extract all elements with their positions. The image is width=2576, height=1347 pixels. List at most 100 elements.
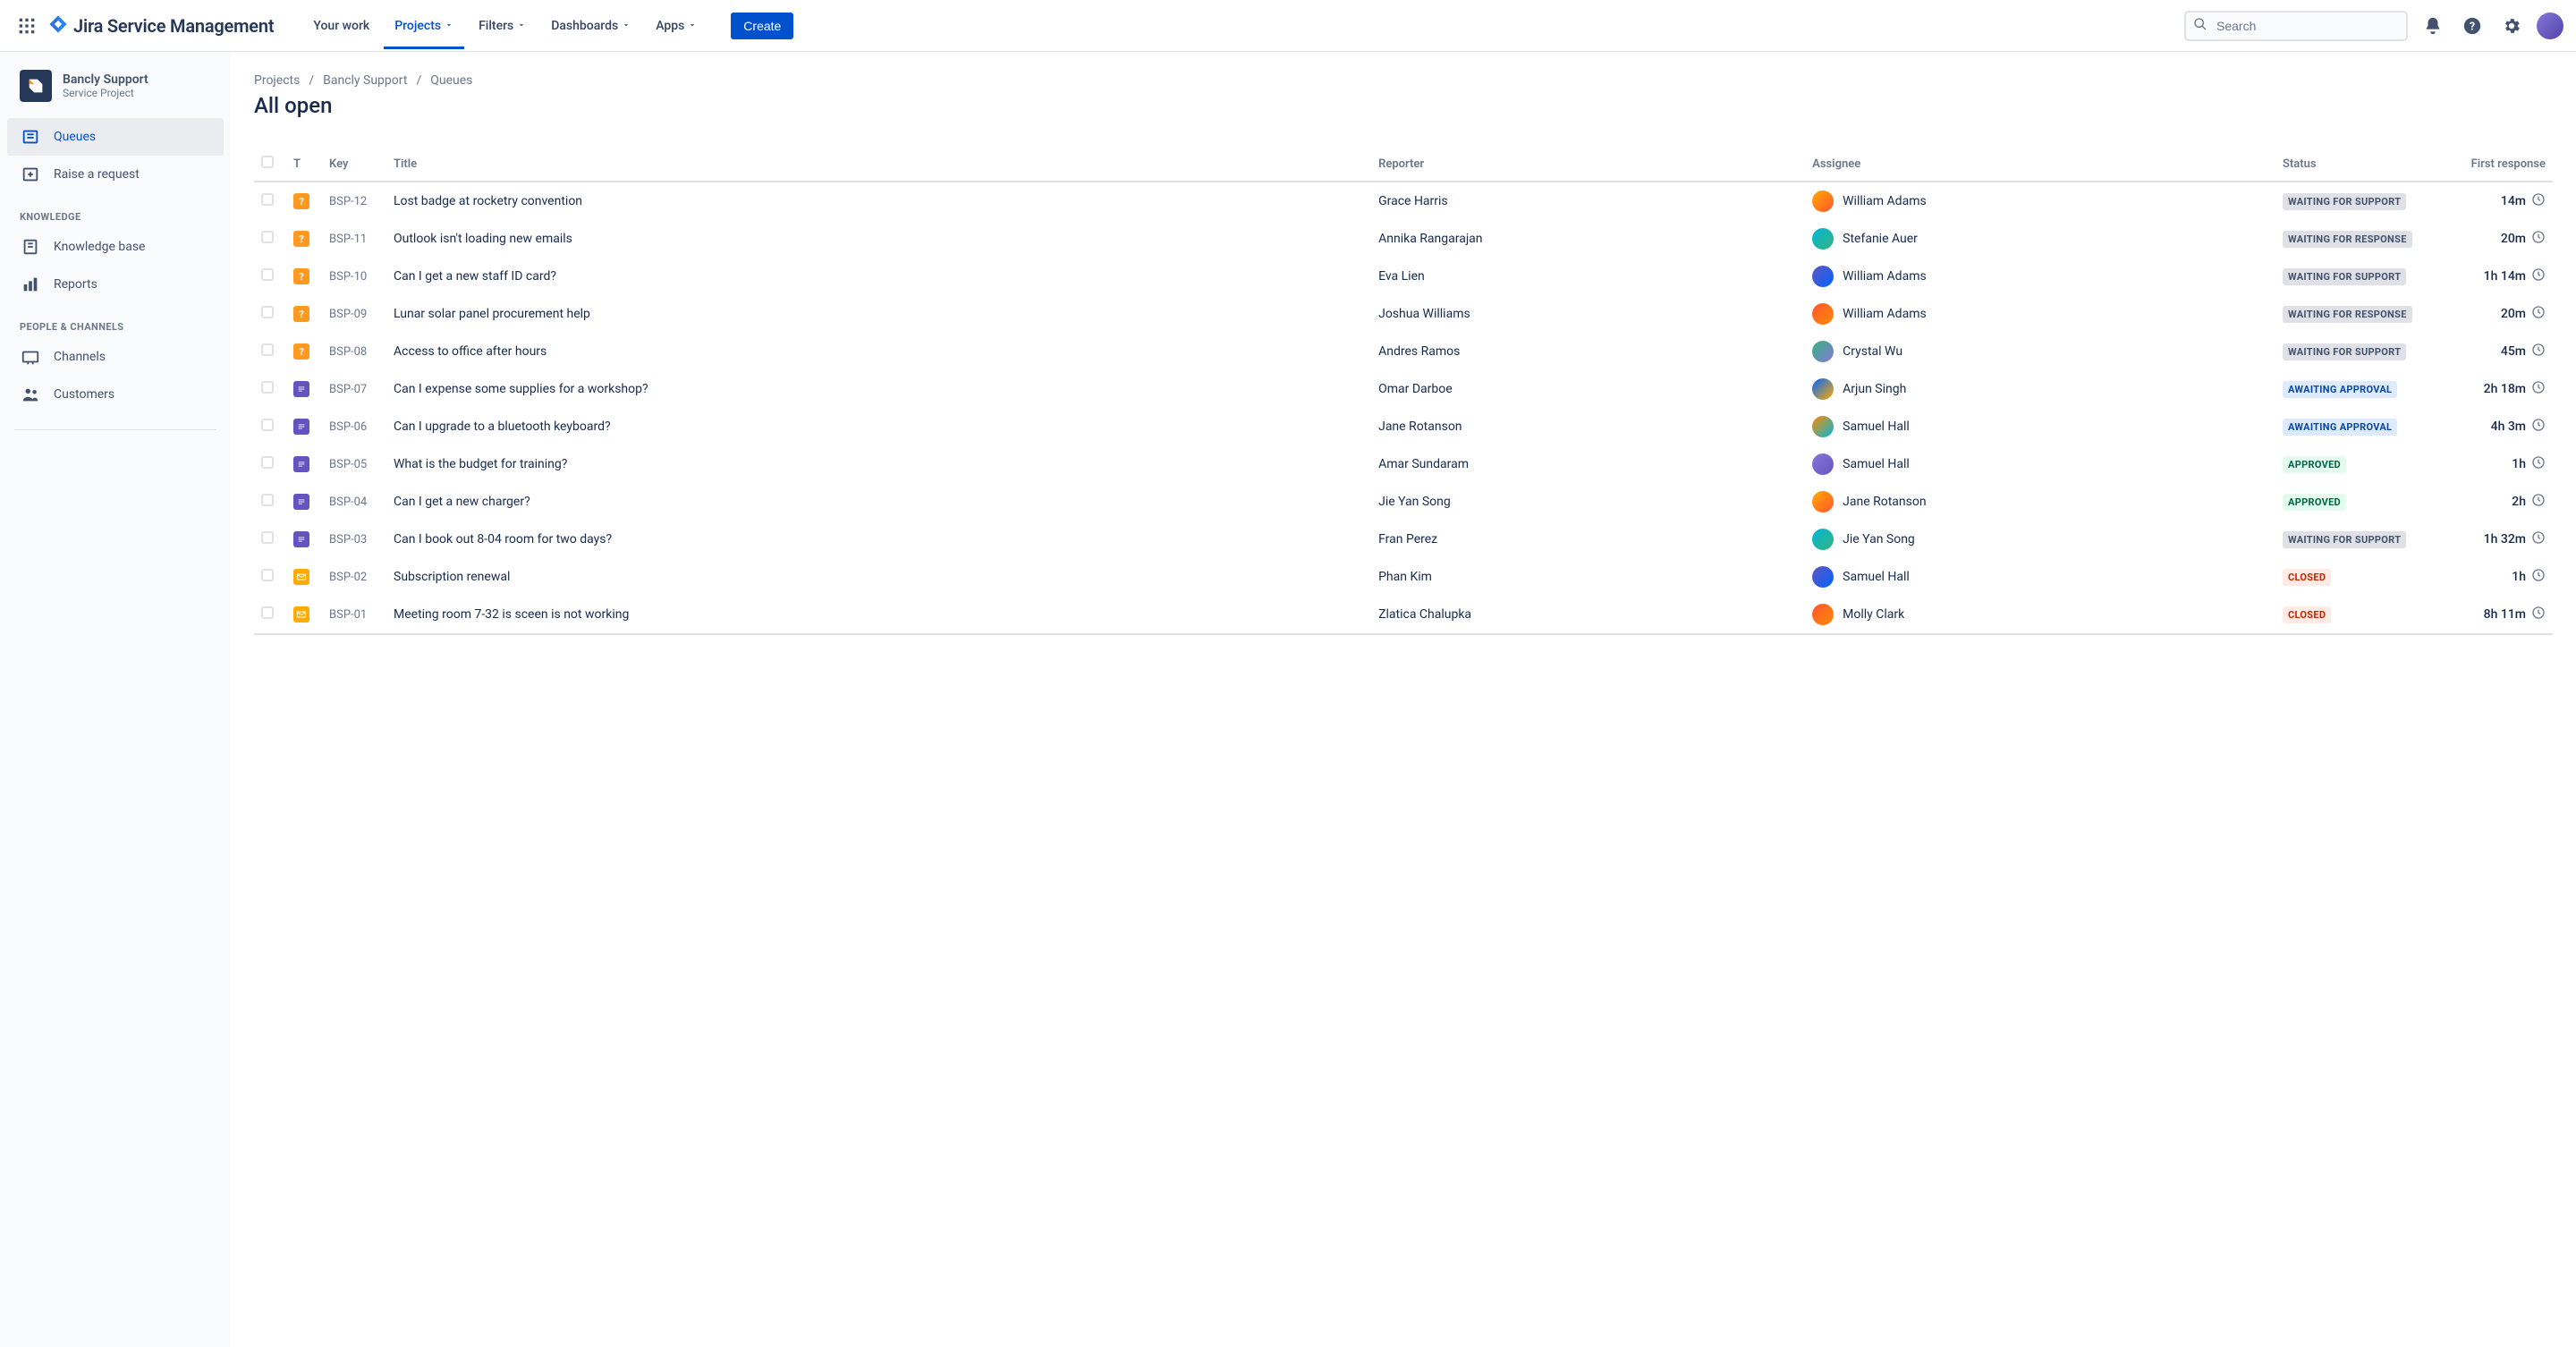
sidebar-item-raise-a-request[interactable]: Raise a request xyxy=(7,156,224,193)
issue-key[interactable]: BSP-11 xyxy=(329,233,367,246)
row-checkbox[interactable] xyxy=(261,343,274,356)
notifications-icon[interactable] xyxy=(2419,12,2447,40)
issue-key[interactable]: BSP-05 xyxy=(329,458,367,471)
table-row[interactable]: ? BSP-09 Lunar solar panel procurement h… xyxy=(254,295,2553,333)
search-input[interactable] xyxy=(2184,11,2408,41)
issue-title[interactable]: Can I get a new charger? xyxy=(394,495,530,509)
status-badge[interactable]: WAITING FOR RESPONSE xyxy=(2283,231,2412,248)
status-badge[interactable]: WAITING FOR SUPPORT xyxy=(2283,193,2406,210)
issue-title[interactable]: Access to office after hours xyxy=(394,344,547,359)
table-row[interactable]: BSP-02 Subscription renewal Phan Kim Sam… xyxy=(254,558,2553,596)
status-badge[interactable]: CLOSED xyxy=(2283,606,2331,623)
product-logo[interactable]: Jira Service Management xyxy=(48,14,274,38)
issue-title[interactable]: Lunar solar panel procurement help xyxy=(394,307,590,321)
sidebar-heading-people: PEOPLE & CHANNELS xyxy=(7,303,224,338)
row-checkbox[interactable] xyxy=(261,306,274,318)
issue-title[interactable]: Lost badge at rocketry convention xyxy=(394,194,582,208)
row-checkbox[interactable] xyxy=(261,193,274,206)
sidebar-item-customers[interactable]: Customers xyxy=(7,376,224,413)
row-checkbox[interactable] xyxy=(261,231,274,243)
table-row[interactable]: BSP-01 Meeting room 7-32 is sceen is not… xyxy=(254,596,2553,634)
table-row[interactable]: BSP-04 Can I get a new charger? Jie Yan … xyxy=(254,483,2553,521)
issue-key[interactable]: BSP-02 xyxy=(329,571,367,584)
nav-filters[interactable]: Filters xyxy=(468,3,537,49)
issue-key[interactable]: BSP-01 xyxy=(329,608,367,622)
app-switcher-icon[interactable] xyxy=(13,12,41,40)
row-checkbox[interactable] xyxy=(261,606,274,619)
issue-key[interactable]: BSP-12 xyxy=(329,195,367,208)
sidebar-item-queues[interactable]: Queues xyxy=(7,118,224,156)
create-button[interactable]: Create xyxy=(731,13,793,39)
issue-key[interactable]: BSP-10 xyxy=(329,270,367,284)
issue-key[interactable]: BSP-07 xyxy=(329,383,367,396)
issue-type-icon xyxy=(293,419,315,435)
table-row[interactable]: ? BSP-11 Outlook isn't loading new email… xyxy=(254,220,2553,258)
row-checkbox[interactable] xyxy=(261,268,274,281)
issue-type-icon: ? xyxy=(293,231,315,247)
status-badge[interactable]: WAITING FOR SUPPORT xyxy=(2283,268,2406,285)
sidebar-item-knowledge-base[interactable]: Knowledge base xyxy=(7,228,224,266)
status-badge[interactable]: APPROVED xyxy=(2283,494,2346,511)
nav-projects[interactable]: Projects xyxy=(384,3,464,49)
table-row[interactable]: BSP-06 Can I upgrade to a bluetooth keyb… xyxy=(254,408,2553,445)
column-type[interactable]: T xyxy=(286,147,322,182)
issue-key[interactable]: BSP-09 xyxy=(329,308,367,321)
profile-avatar[interactable] xyxy=(2537,13,2563,39)
nav-your-work[interactable]: Your work xyxy=(302,3,380,49)
row-checkbox[interactable] xyxy=(261,494,274,506)
breadcrumb-item[interactable]: Bancly Support xyxy=(323,73,407,88)
breadcrumb-item[interactable]: Projects xyxy=(254,73,300,88)
help-icon[interactable]: ? xyxy=(2458,12,2487,40)
status-badge[interactable]: AWAITING APPROVAL xyxy=(2283,419,2397,436)
status-badge[interactable]: CLOSED xyxy=(2283,569,2331,586)
nav-apps[interactable]: Apps xyxy=(645,3,708,49)
breadcrumb-item[interactable]: Queues xyxy=(430,73,472,88)
issue-title[interactable]: Subscription renewal xyxy=(394,570,510,584)
table-row[interactable]: ? BSP-10 Can I get a new staff ID card? … xyxy=(254,258,2553,295)
column-title[interactable]: Title xyxy=(386,147,1371,182)
sidebar-item-reports[interactable]: Reports xyxy=(7,266,224,303)
column-key[interactable]: Key xyxy=(322,147,386,182)
row-checkbox[interactable] xyxy=(261,531,274,544)
issue-title[interactable]: What is the budget for training? xyxy=(394,457,567,471)
row-checkbox[interactable] xyxy=(261,569,274,581)
issue-key[interactable]: BSP-06 xyxy=(329,420,367,434)
table-row[interactable]: BSP-03 Can I book out 8-04 room for two … xyxy=(254,521,2553,558)
first-response-time: 1h xyxy=(2512,457,2526,471)
assignee-name: Jane Rotanson xyxy=(1843,495,1926,509)
table-row[interactable]: ? BSP-08 Access to office after hours An… xyxy=(254,333,2553,370)
issue-key[interactable]: BSP-08 xyxy=(329,345,367,359)
issue-title[interactable]: Can I expense some supplies for a worksh… xyxy=(394,382,648,396)
settings-icon[interactable] xyxy=(2497,12,2526,40)
issue-title[interactable]: Can I upgrade to a bluetooth keyboard? xyxy=(394,419,611,434)
select-all-checkbox[interactable] xyxy=(261,156,274,168)
clock-icon xyxy=(2531,418,2546,436)
issue-title[interactable]: Can I get a new staff ID card? xyxy=(394,269,556,284)
column-first-response[interactable]: First response xyxy=(2445,147,2553,182)
issue-title[interactable]: Can I book out 8-04 room for two days? xyxy=(394,532,612,546)
status-badge[interactable]: WAITING FOR SUPPORT xyxy=(2283,531,2406,548)
status-badge[interactable]: WAITING FOR RESPONSE xyxy=(2283,306,2412,323)
row-checkbox[interactable] xyxy=(261,419,274,431)
status-badge[interactable]: WAITING FOR SUPPORT xyxy=(2283,343,2406,360)
assignee-avatar xyxy=(1812,491,1834,513)
chevron-down-icon xyxy=(517,19,526,33)
row-checkbox[interactable] xyxy=(261,456,274,469)
project-name: Bancly Support xyxy=(63,72,148,87)
table-row[interactable]: BSP-05 What is the budget for training? … xyxy=(254,445,2553,483)
status-badge[interactable]: AWAITING APPROVAL xyxy=(2283,381,2397,398)
sidebar-item-channels[interactable]: Channels xyxy=(7,338,224,376)
issue-key[interactable]: BSP-04 xyxy=(329,496,367,509)
column-reporter[interactable]: Reporter xyxy=(1371,147,1805,182)
issue-title[interactable]: Outlook isn't loading new emails xyxy=(394,232,572,246)
issue-title[interactable]: Meeting room 7-32 is sceen is not workin… xyxy=(394,607,629,622)
project-header[interactable]: Bancly Support Service Project xyxy=(7,70,224,118)
column-assignee[interactable]: Assignee xyxy=(1805,147,2275,182)
row-checkbox[interactable] xyxy=(261,381,274,394)
column-status[interactable]: Status xyxy=(2275,147,2445,182)
table-row[interactable]: ? BSP-12 Lost badge at rocketry conventi… xyxy=(254,182,2553,220)
nav-dashboards[interactable]: Dashboards xyxy=(540,3,641,49)
issue-key[interactable]: BSP-03 xyxy=(329,533,367,546)
table-row[interactable]: BSP-07 Can I expense some supplies for a… xyxy=(254,370,2553,408)
status-badge[interactable]: APPROVED xyxy=(2283,456,2346,473)
